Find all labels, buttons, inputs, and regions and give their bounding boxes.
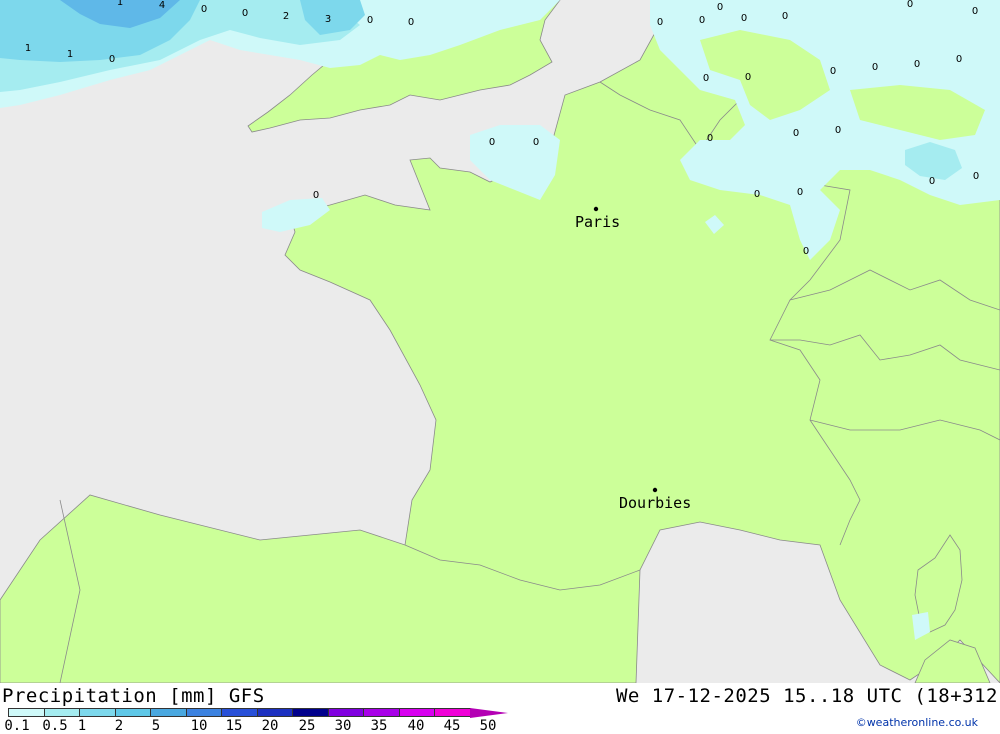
color-scale-swatch (363, 708, 400, 717)
grid-value-label: 0 (782, 11, 788, 22)
color-scale-swatch (150, 708, 187, 717)
color-scale-swatch (114, 708, 151, 717)
grid-value-label: 0 (489, 137, 495, 148)
grid-value-label: 0 (741, 13, 747, 24)
grid-value-label: 0 (972, 6, 978, 17)
grid-value-label: 4 (159, 0, 165, 11)
color-scale-swatch (43, 708, 80, 717)
grid-value-label: 2 (283, 11, 289, 22)
map-title: Precipitation [mm] GFS (2, 685, 265, 707)
credit-link[interactable]: ©weatheronline.co.uk (856, 716, 978, 729)
city-label: Dourbies (619, 494, 691, 512)
grid-value-label: 0 (657, 17, 663, 28)
color-scale-swatch (398, 708, 435, 717)
grid-value-label: 0 (929, 176, 935, 187)
city-label: Paris (575, 213, 620, 231)
grid-value-label: 0 (699, 15, 705, 26)
color-scale-swatch (8, 708, 45, 717)
grid-value-label: 0 (872, 62, 878, 73)
color-scale-label: 2 (114, 718, 124, 734)
color-scale-label: 1 (77, 718, 87, 734)
grid-value-label: 0 (408, 17, 414, 28)
color-scale-label: 15 (225, 718, 243, 734)
city-marker (593, 206, 599, 212)
color-scale-label: 35 (370, 718, 388, 734)
grid-value-label: 0 (745, 72, 751, 83)
grid-value-label: 0 (201, 4, 207, 15)
color-scale-swatch (221, 708, 258, 717)
color-scale-swatch (327, 708, 364, 717)
grid-value-label: 0 (707, 133, 713, 144)
grid-value-label: 0 (717, 2, 723, 13)
grid-value-label: 0 (533, 137, 539, 148)
color-scale-label: 20 (261, 718, 279, 734)
grid-value-label: 0 (914, 59, 920, 70)
color-scale-label: 30 (334, 718, 352, 734)
color-scale-label: 25 (298, 718, 316, 734)
color-scale-label: 40 (407, 718, 425, 734)
grid-value-label: 0 (754, 189, 760, 200)
grid-value-label: 0 (793, 128, 799, 139)
color-scale-label: 10 (190, 718, 208, 734)
color-scale-labels: 0.1 0.5 1 2 5 10 15 20 25 30 35 40 45 50 (0, 718, 540, 734)
grid-value-label: 0 (109, 54, 115, 65)
grid-value-label: 0 (797, 187, 803, 198)
grid-value-label: 0 (313, 190, 319, 201)
precipitation-map: 1 4 0 0 2 3 0 0 1 1 0 0 0 0 0 0 0 0 0 0 0 0 0 0 0 0 0 0 0 0 0 0 0 0 0 Pari… (0, 0, 1000, 683)
valid-time: We 17-12-2025 15..18 UTC (18+312 (615, 685, 998, 707)
grid-value-label: 1 (117, 0, 123, 8)
color-scale-swatch (185, 708, 222, 717)
color-scale-swatch (256, 708, 293, 717)
color-scale-swatch (79, 708, 116, 717)
grid-value-label: 0 (973, 171, 979, 182)
grid-value-label: 0 (367, 15, 373, 26)
grid-value-label: 3 (325, 14, 331, 25)
grid-value-label: 1 (67, 49, 73, 60)
grid-value-label: 0 (956, 54, 962, 65)
grid-value-label: 0 (907, 0, 913, 10)
color-scale-label: 50 (479, 718, 497, 734)
color-scale-swatch (434, 708, 471, 717)
grid-value-label: 0 (803, 246, 809, 257)
color-scale-label: 5 (151, 718, 161, 734)
grid-value-label: 1 (25, 43, 31, 54)
map-footer: Precipitation [mm] GFS We 17-12-2025 15.… (0, 683, 1000, 734)
color-scale-label: 45 (443, 718, 461, 734)
grid-value-label: 0 (830, 66, 836, 77)
city-marker (652, 487, 658, 493)
color-scale-label: 0.1 (4, 718, 30, 734)
color-scale-arrow (469, 708, 508, 718)
color-scale-label: 0.5 (42, 718, 68, 734)
color-scale-swatch (292, 708, 329, 717)
grid-value-label: 0 (703, 73, 709, 84)
grid-value-label: 0 (835, 125, 841, 136)
grid-value-label: 0 (242, 8, 248, 19)
